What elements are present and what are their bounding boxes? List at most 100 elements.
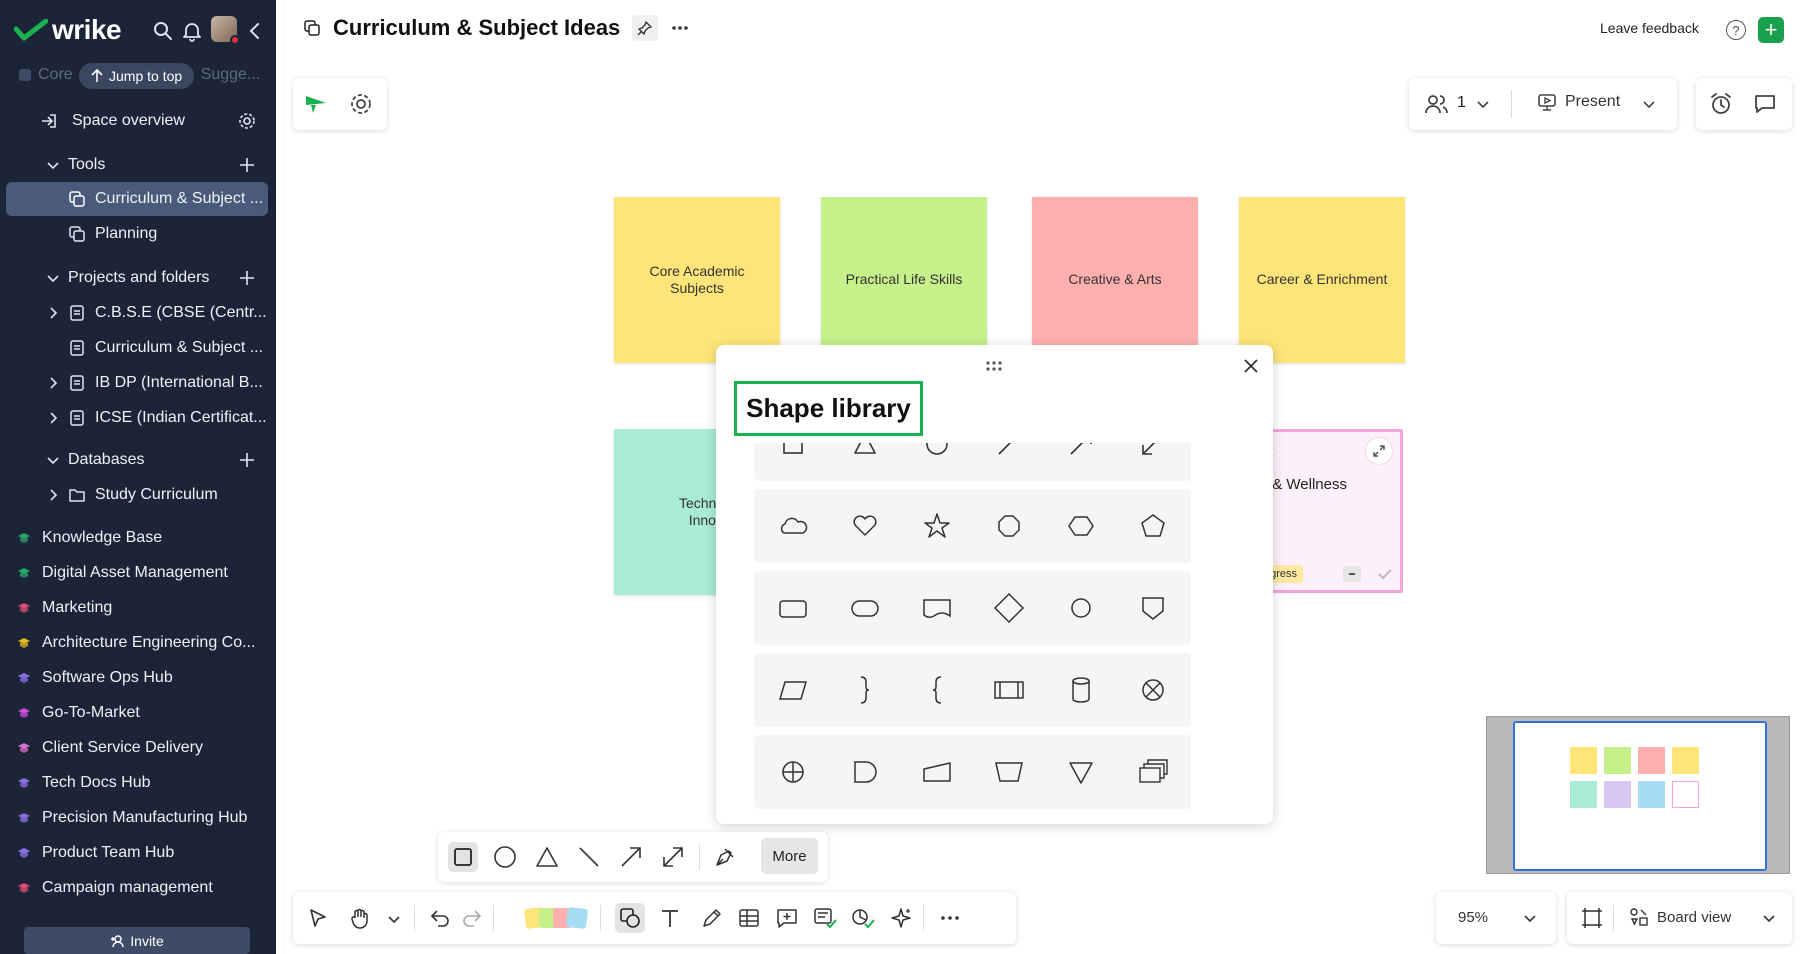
text-tool[interactable] bbox=[655, 903, 685, 933]
check-icon[interactable] bbox=[1377, 567, 1393, 581]
send-icon[interactable] bbox=[303, 91, 329, 117]
sidebar-section-tools[interactable]: Tools bbox=[0, 148, 276, 182]
sidebar-space-item[interactable]: Product Team Hub bbox=[0, 836, 276, 870]
sidebar-item-project[interactable]: ICSE (Indian Certificat... bbox=[0, 401, 276, 435]
shape-option[interactable] bbox=[970, 443, 1047, 481]
timer-icon[interactable] bbox=[1708, 91, 1734, 117]
more-tools-button[interactable] bbox=[935, 903, 965, 933]
chevron-right-icon[interactable] bbox=[44, 374, 62, 392]
sidebar-item-database[interactable]: Study Curriculum bbox=[0, 478, 276, 512]
sidebar-item-project[interactable]: C.B.S.E (CBSE (Centr... bbox=[0, 296, 276, 330]
plus-icon[interactable] bbox=[238, 451, 256, 469]
ai-tool[interactable] bbox=[886, 903, 916, 933]
arrow-tool[interactable] bbox=[616, 842, 646, 872]
comment-icon[interactable] bbox=[1752, 91, 1778, 117]
chevron-right-icon[interactable] bbox=[44, 486, 62, 504]
sidebar-section-projects[interactable]: Projects and folders bbox=[0, 261, 276, 295]
shape-option[interactable] bbox=[970, 571, 1047, 645]
chevron-down-icon[interactable] bbox=[1475, 96, 1491, 112]
board-view-selector[interactable]: Board view bbox=[1629, 907, 1731, 927]
more-shapes-button[interactable]: More bbox=[761, 838, 818, 874]
shape-option[interactable] bbox=[826, 489, 903, 563]
shape-option[interactable] bbox=[1042, 443, 1119, 481]
collapse-sidebar-icon[interactable] bbox=[244, 20, 266, 42]
task-tool[interactable] bbox=[810, 903, 840, 933]
shape-option[interactable] bbox=[898, 571, 975, 645]
sidebar-space-item[interactable]: Tech Docs Hub bbox=[0, 766, 276, 800]
sticky-note[interactable]: Core Academic Subjects bbox=[614, 197, 780, 363]
bell-icon[interactable] bbox=[181, 20, 203, 42]
more-horizontal-icon[interactable] bbox=[670, 18, 690, 38]
leave-feedback-link[interactable]: Leave feedback bbox=[1600, 20, 1699, 36]
shape-option[interactable] bbox=[754, 443, 831, 481]
shape-option[interactable] bbox=[898, 735, 975, 809]
page-title[interactable]: Curriculum & Subject Ideas bbox=[333, 15, 620, 41]
sidebar-item-project[interactable]: IB DP (International B... bbox=[0, 366, 276, 400]
shape-option[interactable] bbox=[970, 489, 1047, 563]
shape-option[interactable] bbox=[1114, 571, 1191, 645]
chevron-down-icon[interactable] bbox=[1761, 910, 1777, 926]
line-tool[interactable] bbox=[574, 842, 604, 872]
search-icon[interactable] bbox=[152, 20, 174, 42]
chevron-right-icon[interactable] bbox=[44, 304, 62, 322]
double-arrow-tool[interactable] bbox=[658, 842, 688, 872]
shape-option[interactable] bbox=[1114, 653, 1191, 727]
table-tool[interactable] bbox=[734, 903, 764, 933]
marker-tool[interactable] bbox=[697, 903, 727, 933]
shape-option[interactable] bbox=[898, 653, 975, 727]
shape-option[interactable] bbox=[826, 653, 903, 727]
expand-button[interactable] bbox=[1366, 438, 1392, 464]
comment-tool[interactable] bbox=[772, 903, 802, 933]
hand-tool[interactable] bbox=[345, 903, 375, 933]
sidebar-item-space-overview[interactable]: Space overview bbox=[0, 104, 276, 138]
close-icon[interactable] bbox=[1242, 357, 1260, 375]
shape-option[interactable] bbox=[1114, 735, 1191, 809]
settings-icon[interactable] bbox=[348, 91, 374, 117]
undo-button[interactable] bbox=[425, 903, 455, 933]
circle-tool[interactable] bbox=[490, 842, 520, 872]
help-icon[interactable]: ? bbox=[1726, 20, 1746, 40]
sticky-note[interactable]: Practical Life Skills bbox=[821, 197, 987, 363]
shape-option[interactable] bbox=[826, 735, 903, 809]
sidebar-space-item[interactable]: Client Service Delivery bbox=[0, 731, 276, 765]
sidebar-space-item[interactable]: Go-To-Market bbox=[0, 696, 276, 730]
sticky-note[interactable]: Creative & Arts bbox=[1032, 197, 1198, 363]
pen-tool[interactable] bbox=[710, 842, 740, 872]
invite-button[interactable]: Invite bbox=[24, 927, 250, 954]
plus-icon[interactable] bbox=[238, 269, 256, 287]
priority-button[interactable] bbox=[1343, 566, 1361, 582]
shape-option[interactable] bbox=[1042, 653, 1119, 727]
add-button[interactable]: + bbox=[1758, 17, 1784, 43]
shape-option[interactable] bbox=[1114, 489, 1191, 563]
jump-to-top-button[interactable]: Jump to top bbox=[79, 63, 195, 89]
chevron-right-icon[interactable] bbox=[44, 409, 62, 427]
minimap-viewport[interactable] bbox=[1513, 721, 1767, 871]
shape-option[interactable] bbox=[754, 489, 831, 563]
sidebar-space-item[interactable]: Software Ops Hub bbox=[0, 661, 276, 695]
sticky-note[interactable]: Career & Enrichment bbox=[1239, 197, 1405, 363]
sidebar-space-item[interactable]: Precision Manufacturing Hub bbox=[0, 801, 276, 835]
shape-option[interactable] bbox=[970, 735, 1047, 809]
shape-option[interactable] bbox=[970, 653, 1047, 727]
sidebar-space-item[interactable]: Architecture Engineering Co... bbox=[0, 626, 276, 660]
select-tool[interactable] bbox=[303, 903, 333, 933]
shape-option[interactable] bbox=[898, 489, 975, 563]
shape-option[interactable] bbox=[1114, 443, 1191, 481]
present-button[interactable]: Present bbox=[1537, 92, 1620, 112]
sticky-notes-tool[interactable] bbox=[524, 906, 589, 930]
sidebar-space-item[interactable]: Knowledge Base bbox=[0, 521, 276, 555]
chevron-down-icon[interactable] bbox=[1522, 910, 1538, 926]
shape-option[interactable] bbox=[826, 571, 903, 645]
shape-option[interactable] bbox=[754, 571, 831, 645]
sidebar-space-item[interactable]: Campaign management bbox=[0, 871, 276, 905]
zoom-control[interactable]: 95% bbox=[1436, 892, 1556, 944]
shape-option[interactable] bbox=[754, 653, 831, 727]
shape-option[interactable] bbox=[898, 443, 975, 481]
breadcrumb-suggestions[interactable]: Sugge... bbox=[201, 66, 261, 84]
shape-option[interactable] bbox=[1042, 735, 1119, 809]
sidebar-item-curriculum-board[interactable]: Curriculum & Subject ... bbox=[6, 182, 268, 216]
sidebar-item-project[interactable]: Curriculum & Subject ... bbox=[0, 331, 276, 365]
drag-handle-icon[interactable] bbox=[984, 359, 1004, 373]
breadcrumb-core[interactable]: Core bbox=[38, 66, 73, 84]
sidebar-space-item[interactable]: Digital Asset Management bbox=[0, 556, 276, 590]
